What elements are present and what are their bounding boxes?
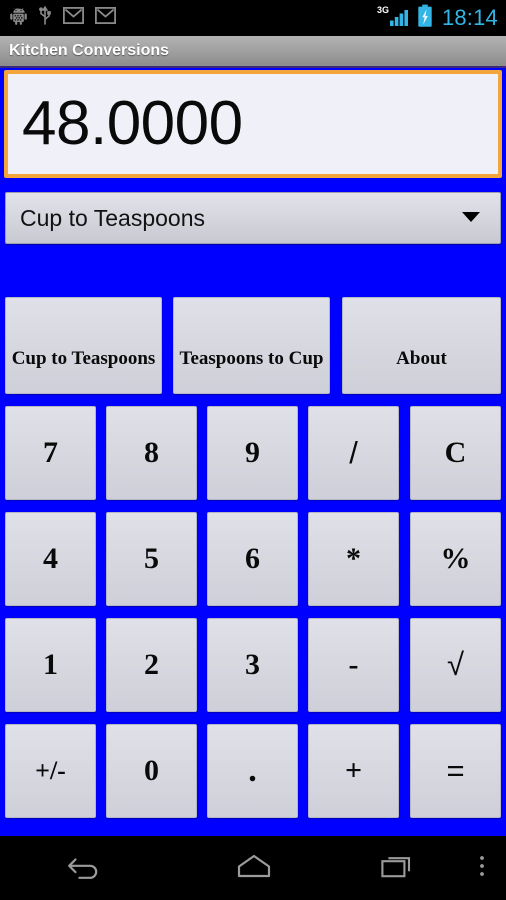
android-debug-icon xyxy=(10,6,27,30)
key-label: / xyxy=(349,435,358,470)
action-button-about[interactable]: About xyxy=(342,297,501,394)
key-label: 5 xyxy=(144,542,159,575)
status-bar-system: 3G 18:14 xyxy=(377,4,498,33)
status-bar-notifications xyxy=(10,5,377,31)
key-label: = xyxy=(446,753,465,788)
recents-icon xyxy=(381,853,415,884)
key-label: - xyxy=(348,648,359,681)
recent-apps-button[interactable] xyxy=(338,836,458,900)
key-label: * xyxy=(346,542,361,575)
key-sqrt[interactable]: √ xyxy=(410,618,501,712)
action-button-teaspoons-to-cup[interactable]: Teaspoons to Cup xyxy=(173,297,330,394)
display-value: 48.0000 xyxy=(22,89,243,158)
key-label: 7 xyxy=(43,436,58,469)
clock: 18:14 xyxy=(441,4,498,30)
calculator-display[interactable]: 48.0000 xyxy=(4,70,502,178)
key-equals[interactable]: = xyxy=(410,724,501,818)
signal-bars-icon: 3G xyxy=(377,4,411,33)
page-title: Kitchen Conversions xyxy=(9,42,170,59)
key-label: 8 xyxy=(144,436,159,469)
battery-charging-icon xyxy=(417,4,433,33)
home-button[interactable] xyxy=(169,836,338,900)
chevron-down-icon xyxy=(460,209,482,228)
key-label: 3 xyxy=(245,648,260,681)
key-label: 2 xyxy=(144,648,159,681)
key-label: √ xyxy=(446,647,464,682)
key-label: . xyxy=(248,752,257,789)
overflow-menu-icon xyxy=(478,853,486,884)
key-label: 1 xyxy=(43,648,58,681)
status-bar: 3G 18:14 xyxy=(0,0,506,36)
key-c[interactable]: C xyxy=(410,406,501,500)
key-7[interactable]: 7 xyxy=(5,406,96,500)
conversion-spinner[interactable]: Cup to Teaspoons xyxy=(5,192,501,244)
gmail-icon xyxy=(62,6,85,29)
key-6[interactable]: 6 xyxy=(207,512,298,606)
key-1[interactable]: 1 xyxy=(5,618,96,712)
action-button-label: Teaspoons to Cup xyxy=(179,347,324,369)
overflow-menu-button[interactable] xyxy=(458,836,506,900)
key-label: 4 xyxy=(43,542,58,575)
key-label: 0 xyxy=(144,754,159,787)
usb-icon xyxy=(38,5,52,31)
key-percent[interactable]: % xyxy=(410,512,501,606)
gmail-icon xyxy=(94,6,117,29)
key-multiply[interactable]: * xyxy=(308,512,399,606)
key-2[interactable]: 2 xyxy=(106,618,197,712)
key-3[interactable]: 3 xyxy=(207,618,298,712)
key-minus[interactable]: - xyxy=(308,618,399,712)
key-label: C xyxy=(444,436,467,469)
spinner-selected-value: Cup to Teaspoons xyxy=(20,204,205,231)
key-label: +/- xyxy=(35,756,66,785)
key-9[interactable]: 9 xyxy=(207,406,298,500)
key-plus[interactable]: + xyxy=(308,724,399,818)
key-divide[interactable]: / xyxy=(308,406,399,500)
key-8[interactable]: 8 xyxy=(106,406,197,500)
key-0[interactable]: 0 xyxy=(106,724,197,818)
network-type-label: 3G xyxy=(377,5,389,15)
action-button-label: Cup to Teaspoons xyxy=(11,347,156,369)
home-icon xyxy=(236,853,272,884)
key-label: % xyxy=(440,542,471,575)
back-button[interactable] xyxy=(0,836,169,900)
key-dot[interactable]: . xyxy=(207,724,298,818)
key-label: + xyxy=(344,754,363,787)
key-plusminusminus[interactable]: +/- xyxy=(5,724,96,818)
key-5[interactable]: 5 xyxy=(106,512,197,606)
system-navigation-bar xyxy=(0,836,506,900)
action-button-label: About xyxy=(396,347,447,369)
key-label: 6 xyxy=(245,542,260,575)
key-4[interactable]: 4 xyxy=(5,512,96,606)
app-screen: 3G 18:14 Kitchen Conversions 48.0000 Cup… xyxy=(0,0,506,900)
back-icon xyxy=(66,853,104,884)
action-button-cup-to-teaspoons[interactable]: Cup to Teaspoons xyxy=(5,297,162,394)
key-label: 9 xyxy=(245,436,260,469)
app-title-bar: Kitchen Conversions xyxy=(0,36,506,68)
